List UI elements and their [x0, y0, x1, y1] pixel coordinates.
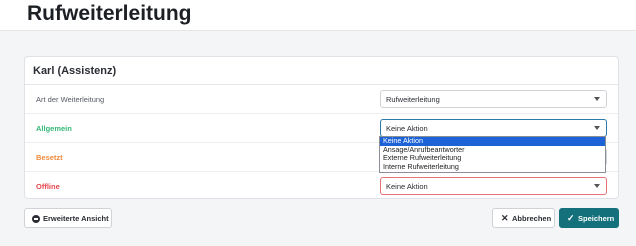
- label-besetzt: Besetzt: [36, 153, 63, 162]
- cancel-button[interactable]: ✕ Abbrechen: [492, 208, 555, 228]
- label-allgemein: Allgemein: [36, 124, 72, 133]
- close-icon: ✕: [501, 213, 509, 223]
- select-allgemein[interactable]: Keine Aktion: [380, 119, 607, 137]
- save-label: Speichern: [578, 214, 615, 223]
- page-title: Rufweiterleitung: [27, 2, 192, 25]
- cancel-label: Abbrechen: [512, 214, 552, 223]
- page-header: Rufweiterleitung: [0, 0, 636, 31]
- card-title: Karl (Assistenz): [33, 65, 117, 77]
- chevron-down-icon: [594, 126, 600, 130]
- select-art-der-weiterleitung[interactable]: Rufweiterleitung: [380, 90, 607, 108]
- label-art-der-weiterleitung: Art der Weiterleitung: [36, 95, 105, 104]
- advanced-view-button[interactable]: Erweiterte Ansicht: [24, 208, 112, 228]
- chevron-down-icon: [594, 97, 600, 101]
- expand-circle-icon: [32, 215, 40, 223]
- label-offline: Offline: [36, 182, 60, 191]
- select-value: Rufweiterleitung: [386, 95, 440, 104]
- select-offline[interactable]: Keine Aktion: [380, 177, 607, 195]
- allgemein-options-dropdown: Keine Aktion Ansage/Anrufbeantworter Ext…: [379, 136, 606, 173]
- row-offline: Offline Keine Aktion: [25, 172, 618, 201]
- advanced-view-label: Erweiterte Ansicht: [43, 214, 109, 223]
- check-icon: ✓: [567, 213, 575, 223]
- chevron-down-icon: [594, 184, 600, 188]
- select-value: Keine Aktion: [386, 182, 428, 191]
- save-button[interactable]: ✓ Speichern: [559, 208, 619, 228]
- select-value: Keine Aktion: [386, 124, 428, 133]
- row-art-der-weiterleitung: Art der Weiterleitung Rufweiterleitung: [25, 85, 618, 114]
- option-interne-rufweiterleitung[interactable]: Interne Rufweiterleitung: [380, 162, 605, 172]
- forwarding-card: Karl (Assistenz) Art der Weiterleitung R…: [24, 56, 619, 199]
